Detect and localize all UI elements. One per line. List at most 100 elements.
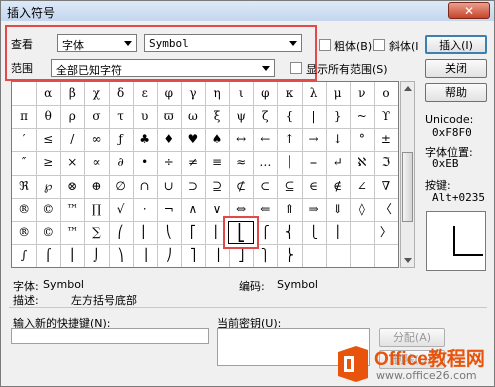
- symbol-cell[interactable]: ο: [374, 82, 398, 105]
- italic-checkbox[interactable]: [373, 39, 385, 51]
- symbol-cell[interactable]: ♣: [133, 128, 157, 151]
- help-button[interactable]: 帮助: [425, 83, 487, 102]
- symbol-cell[interactable]: ™: [60, 198, 84, 221]
- symbol-cell[interactable]: ⊕: [84, 175, 108, 198]
- symbol-cell[interactable]: ∉: [326, 175, 350, 198]
- symbol-cell[interactable]: β: [60, 82, 84, 105]
- symbol-cell[interactable]: χ: [84, 82, 108, 105]
- insert-button[interactable]: 插入(I): [425, 35, 487, 54]
- symbol-cell[interactable]: ±: [374, 128, 398, 151]
- symbol-cell[interactable]: ⎬: [277, 244, 301, 267]
- close-window-button[interactable]: ✕: [448, 2, 490, 19]
- symbol-cell[interactable]: α: [36, 82, 60, 105]
- symbol-cell[interactable]: ¬: [157, 198, 181, 221]
- symbol-cell[interactable]: ←: [253, 128, 277, 151]
- symbol-cell[interactable]: ⌠: [36, 244, 60, 267]
- symbol-cell[interactable]: ⊂: [253, 175, 277, 198]
- symbol-cell[interactable]: ξ: [205, 105, 229, 128]
- symbol-cell[interactable]: ψ: [229, 105, 253, 128]
- symbol-cell[interactable]: ©: [36, 221, 60, 244]
- symbol-cell[interactable]: [12, 82, 36, 105]
- symbol-cell[interactable]: [350, 244, 374, 267]
- symbol-cell[interactable]: δ: [109, 82, 133, 105]
- symbol-cell[interactable]: θ: [36, 105, 60, 128]
- symbol-cell[interactable]: φ: [253, 82, 277, 105]
- symbol-cell[interactable]: ÷: [157, 151, 181, 174]
- symbol-cell[interactable]: ⎜: [133, 221, 157, 244]
- symbol-cell[interactable]: ⎤: [181, 244, 205, 267]
- symbol-cell[interactable]: ®: [12, 198, 36, 221]
- symbol-cell[interactable]: |: [302, 105, 326, 128]
- symbol-cell[interactable]: ⎛: [109, 221, 133, 244]
- scroll-up-arrow-icon[interactable]: [404, 86, 412, 91]
- symbol-cell[interactable]: ≈: [229, 151, 253, 174]
- symbol-cell[interactable]: •: [133, 151, 157, 174]
- symbol-cell[interactable]: ®: [12, 221, 36, 244]
- symbol-cell[interactable]: κ: [277, 82, 301, 105]
- symbol-cell[interactable]: 〉: [374, 221, 398, 244]
- symbol-cell[interactable]: ◊: [350, 198, 374, 221]
- symbol-cell[interactable]: ⎠: [157, 244, 181, 267]
- symbol-cell[interactable]: φ: [157, 82, 181, 105]
- selected-symbol-cell[interactable]: ⎣: [223, 215, 260, 249]
- symbol-cell[interactable]: ↑: [277, 128, 301, 151]
- close-button[interactable]: 关闭: [425, 59, 487, 78]
- symbol-cell[interactable]: [326, 244, 350, 267]
- symbol-cell[interactable]: ⎝: [157, 221, 181, 244]
- symbol-cell[interactable]: τ: [109, 105, 133, 128]
- symbol-cell[interactable]: ↓: [326, 128, 350, 151]
- symbol-cell[interactable]: ω: [181, 105, 205, 128]
- symbol-cell[interactable]: ~: [350, 105, 374, 128]
- symbol-cell[interactable]: ℑ: [374, 151, 398, 174]
- symbol-cell[interactable]: ι: [229, 82, 253, 105]
- symbol-cell[interactable]: ⇒: [302, 198, 326, 221]
- symbol-cell[interactable]: ∝: [84, 151, 108, 174]
- symbol-cell[interactable]: ™: [60, 221, 84, 244]
- symbol-cell[interactable]: 〈: [374, 198, 398, 221]
- symbol-cell[interactable]: ∫: [12, 244, 36, 267]
- symbol-cell[interactable]: →: [302, 128, 326, 151]
- symbol-cell[interactable]: ∠: [350, 175, 374, 198]
- symbol-cell[interactable]: ∑: [84, 221, 108, 244]
- symbol-cell[interactable]: ρ: [60, 105, 84, 128]
- symbol-cell[interactable]: ⎪: [326, 221, 350, 244]
- symbol-cell[interactable]: ≠: [181, 151, 205, 174]
- grid-scrollbar[interactable]: [400, 81, 415, 268]
- range-select[interactable]: 全部已知字符: [51, 59, 275, 77]
- symbol-cell[interactable]: η: [205, 82, 229, 105]
- symbol-cell[interactable]: ⎡: [181, 221, 205, 244]
- symbol-cell[interactable]: ϒ: [374, 105, 398, 128]
- symbol-cell[interactable]: υ: [133, 105, 157, 128]
- symbol-cell[interactable]: ℵ: [350, 151, 374, 174]
- symbol-cell[interactable]: [350, 221, 374, 244]
- symbol-cell[interactable]: ⋅: [133, 198, 157, 221]
- symbol-cell[interactable]: ©: [36, 198, 60, 221]
- symbol-cell[interactable]: ∩: [133, 175, 157, 198]
- symbol-cell[interactable]: ⊗: [60, 175, 84, 198]
- symbol-cell[interactable]: ′: [12, 128, 36, 151]
- symbol-grid[interactable]: α β χ δ ε φ γ η ι φ κ λ μ ν ο π θ ρ σ τ υ ϖ ω ξ ψ ζ{|} ~ ϒ ′ ≤ / ∞ ƒ ♣ ♦ ♥ ♠…: [11, 81, 399, 268]
- symbol-cell[interactable]: ν: [350, 82, 374, 105]
- symbol-cell[interactable]: √: [109, 198, 133, 221]
- symbol-cell[interactable]: ℜ: [12, 175, 36, 198]
- symbol-cell[interactable]: ″: [12, 151, 36, 174]
- symbol-cell[interactable]: ∅: [109, 175, 133, 198]
- symbol-cell[interactable]: γ: [181, 82, 205, 105]
- scroll-down-arrow-icon[interactable]: [404, 258, 412, 263]
- view-combo[interactable]: 字体: [57, 34, 137, 52]
- symbol-cell[interactable]: ⎩: [302, 221, 326, 244]
- shortcut-input[interactable]: [11, 328, 209, 344]
- symbol-cell[interactable]: ⏐: [277, 151, 301, 174]
- symbol-cell[interactable]: ♠: [205, 128, 229, 151]
- symbol-cell[interactable]: }: [326, 105, 350, 128]
- symbol-cell[interactable]: ƒ: [109, 128, 133, 151]
- symbol-cell[interactable]: °: [350, 128, 374, 151]
- symbol-cell[interactable]: [302, 244, 326, 267]
- symbol-cell[interactable]: ⇓: [326, 198, 350, 221]
- scroll-thumb[interactable]: [402, 152, 413, 222]
- symbol-cell[interactable]: ⊆: [277, 175, 301, 198]
- symbol-cell[interactable]: ⎮: [60, 244, 84, 267]
- symbol-cell[interactable]: ⊃: [181, 175, 205, 198]
- symbol-cell[interactable]: ♥: [181, 128, 205, 151]
- symbol-cell[interactable]: ≡: [205, 151, 229, 174]
